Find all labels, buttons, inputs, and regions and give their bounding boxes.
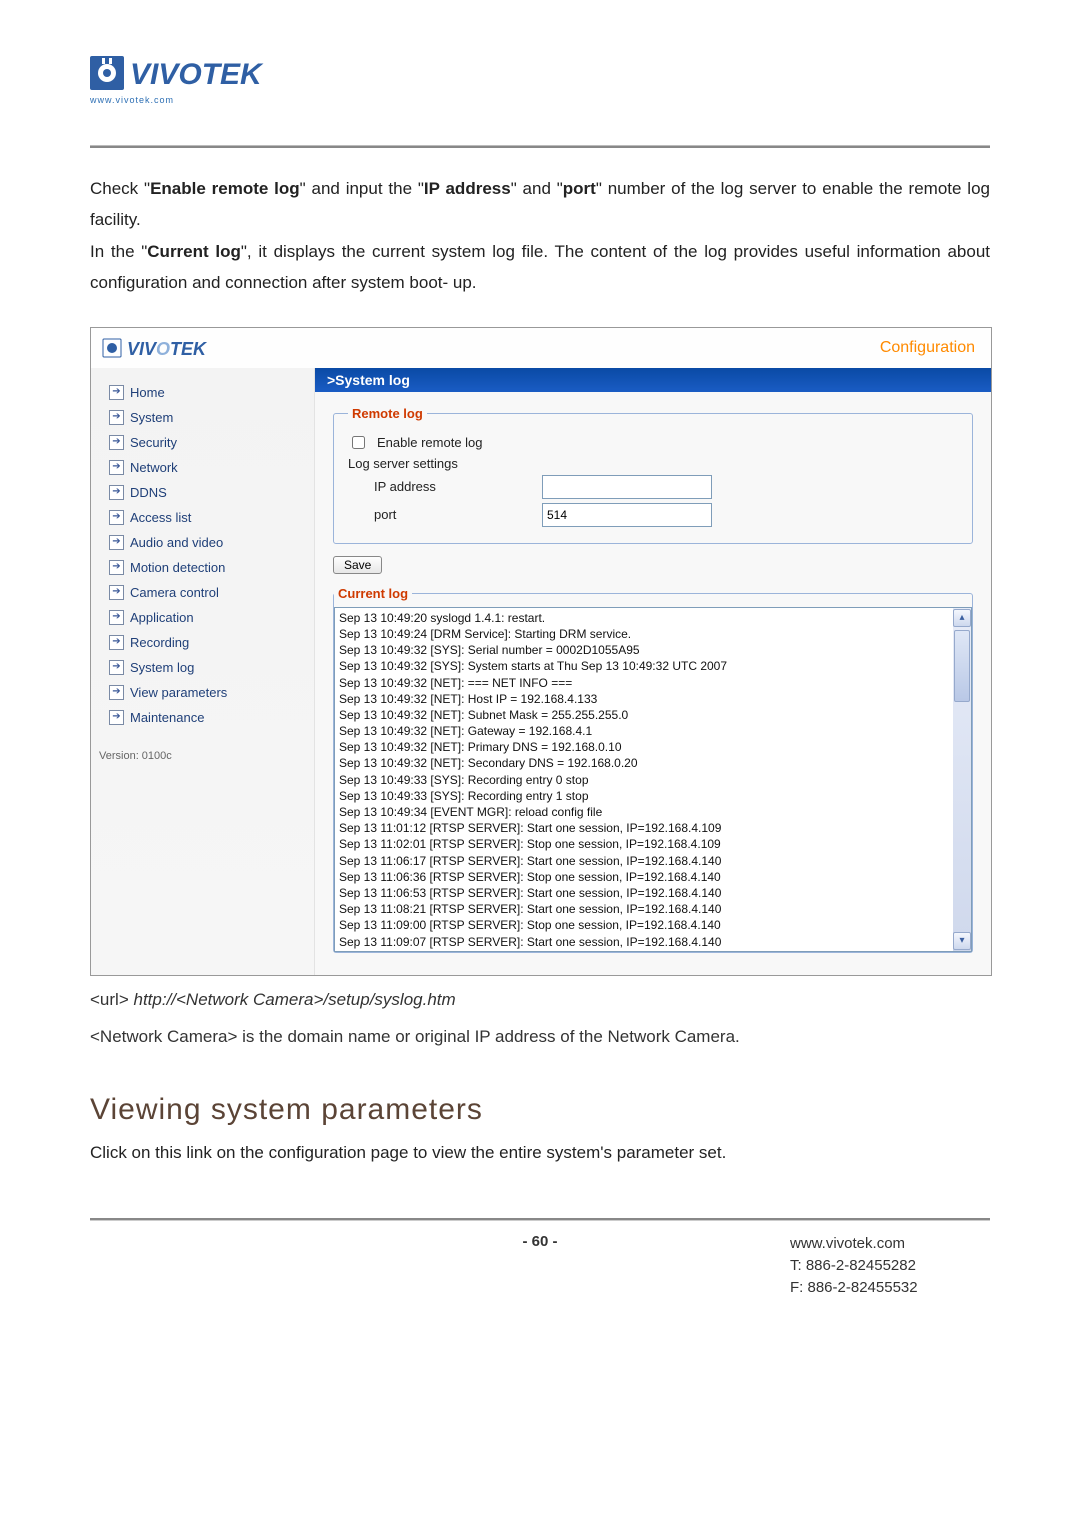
- expand-icon: ➔: [109, 410, 124, 425]
- page-footer: - 60 - www.vivotek.com T: 886-2-82455282…: [90, 1233, 990, 1298]
- sidebar-item-access-list[interactable]: ➔ Access list: [99, 505, 314, 530]
- expand-icon: ➔: [109, 660, 124, 675]
- expand-icon: ➔: [109, 710, 124, 725]
- save-button[interactable]: Save: [333, 556, 382, 574]
- expand-icon: ➔: [109, 535, 124, 550]
- sidebar-item-view-parameters[interactable]: ➔ View parameters: [99, 680, 314, 705]
- url-caption: <url> http://<Network Camera>/setup/sysl…: [90, 984, 990, 1015]
- current-log-group: Current log Sep 13 10:49:20 syslogd 1.4.…: [333, 586, 973, 953]
- footer-rule: [90, 1218, 990, 1221]
- sidebar-item-label: Security: [130, 435, 177, 450]
- current-log-textarea[interactable]: Sep 13 10:49:20 syslogd 1.4.1: restart. …: [334, 607, 972, 952]
- screenshot-header: VIVOTEK Configuration: [91, 328, 991, 368]
- sidebar: ➔ Home ➔ System ➔ Security ➔ Network ➔ DDNS ➔…: [91, 368, 314, 975]
- expand-icon: ➔: [109, 460, 124, 475]
- remote-log-group: Remote log Enable remote log Log server …: [333, 406, 973, 544]
- expand-icon: ➔: [109, 385, 124, 400]
- sidebar-item-label: Recording: [130, 635, 189, 650]
- port-label: port: [374, 507, 534, 522]
- version-text: Version: 0100c: [99, 750, 314, 762]
- expand-icon: ➔: [109, 635, 124, 650]
- scrollbar[interactable]: ▴ ▾: [953, 608, 971, 951]
- config-screenshot: VIVOTEK Configuration ➔ Home ➔ System ➔ Sec…: [90, 327, 992, 976]
- expand-icon: ➔: [109, 560, 124, 575]
- expand-icon: ➔: [109, 510, 124, 525]
- sidebar-item-label: Maintenance: [130, 710, 204, 725]
- sidebar-item-label: System log: [130, 660, 194, 675]
- log-server-settings-label: Log server settings: [348, 454, 958, 473]
- ip-address-input[interactable]: [542, 475, 712, 499]
- port-input[interactable]: [542, 503, 712, 527]
- footer-site: www.vivotek.com: [790, 1233, 990, 1255]
- sidebar-item-audio-video[interactable]: ➔ Audio and video: [99, 530, 314, 555]
- expand-icon: ➔: [109, 610, 124, 625]
- brand-url: www.vivotek.com: [90, 96, 300, 105]
- url-note: <Network Camera> is the domain name or o…: [90, 1021, 990, 1052]
- sidebar-item-label: System: [130, 410, 173, 425]
- sidebar-item-maintenance[interactable]: ➔ Maintenance: [99, 705, 314, 730]
- expand-icon: ➔: [109, 685, 124, 700]
- sidebar-item-ddns[interactable]: ➔ DDNS: [99, 480, 314, 505]
- sidebar-item-system[interactable]: ➔ System: [99, 405, 314, 430]
- section-text: Click on this link on the configuration …: [90, 1137, 990, 1168]
- sidebar-item-network[interactable]: ➔ Network: [99, 455, 314, 480]
- footer-tel: T: 886-2-82455282: [790, 1255, 990, 1277]
- sidebar-item-label: Application: [130, 610, 194, 625]
- header-rule: [90, 145, 990, 148]
- sidebar-item-security[interactable]: ➔ Security: [99, 430, 314, 455]
- expand-icon: ➔: [109, 585, 124, 600]
- sidebar-item-label: Motion detection: [130, 560, 225, 575]
- tab-system-log: >System log: [315, 368, 991, 392]
- screenshot-brand-text: VIVOTEK: [127, 339, 208, 359]
- scroll-up-icon[interactable]: ▴: [953, 609, 971, 627]
- sidebar-item-label: View parameters: [130, 685, 227, 700]
- main-panel: >System log Remote log Enable remote log…: [314, 368, 991, 975]
- scroll-down-icon[interactable]: ▾: [953, 932, 971, 950]
- footer-fax: F: 886-2-82455532: [790, 1277, 990, 1299]
- intro-paragraph-1: Check "Enable remote log" and input the …: [90, 173, 990, 236]
- current-log-legend: Current log: [334, 586, 412, 601]
- sidebar-item-label: DDNS: [130, 485, 167, 500]
- sidebar-item-label: Camera control: [130, 585, 219, 600]
- sidebar-item-system-log[interactable]: ➔ System log: [99, 655, 314, 680]
- ip-address-label: IP address: [374, 479, 534, 494]
- svg-text:VIVOTEK: VIVOTEK: [130, 58, 264, 91]
- intro-paragraph-2: In the "Current log", it displays the cu…: [90, 236, 990, 299]
- sidebar-item-motion-detection[interactable]: ➔ Motion detection: [99, 555, 314, 580]
- expand-icon: ➔: [109, 485, 124, 500]
- sidebar-item-label: Audio and video: [130, 535, 223, 550]
- sidebar-item-recording[interactable]: ➔ Recording: [99, 630, 314, 655]
- screenshot-brand: VIVOTEK: [101, 334, 231, 362]
- sidebar-item-label: Access list: [130, 510, 191, 525]
- expand-icon: ➔: [109, 435, 124, 450]
- sidebar-item-home[interactable]: ➔ Home: [99, 380, 314, 405]
- sidebar-item-label: Network: [130, 460, 178, 475]
- brand-logo: VIVOTEK www.vivotek.com: [90, 50, 300, 105]
- remote-log-legend: Remote log: [348, 406, 427, 421]
- enable-remote-log-label: Enable remote log: [377, 435, 483, 450]
- sidebar-item-application[interactable]: ➔ Application: [99, 605, 314, 630]
- section-heading: Viewing system parameters: [90, 1093, 990, 1127]
- enable-remote-log-checkbox[interactable]: [352, 436, 365, 449]
- scroll-thumb[interactable]: [954, 630, 970, 702]
- sidebar-item-label: Home: [130, 385, 165, 400]
- sidebar-item-camera-control[interactable]: ➔ Camera control: [99, 580, 314, 605]
- page-number: - 60 -: [290, 1233, 790, 1250]
- configuration-label[interactable]: Configuration: [880, 339, 975, 357]
